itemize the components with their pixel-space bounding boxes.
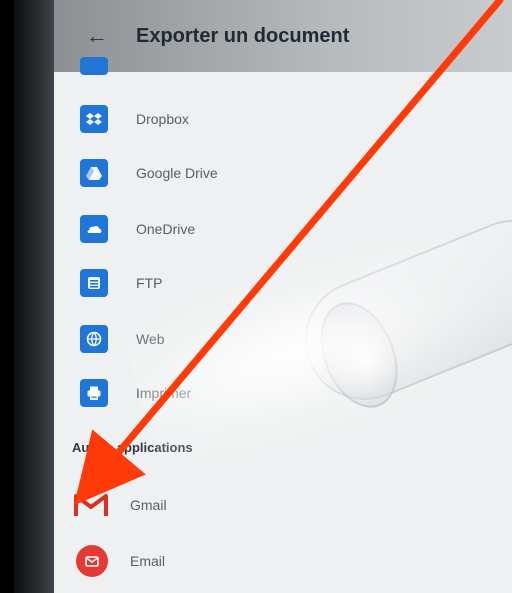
export-destinations-list: Dropbox Google Drive OneDrive FTP Web Im… <box>54 57 512 593</box>
page-title: Exporter un document <box>136 24 350 47</box>
printer-icon <box>80 379 108 407</box>
partial-top-icon <box>80 57 108 75</box>
list-item-ftp[interactable]: FTP <box>54 256 512 310</box>
ftp-icon <box>80 269 108 297</box>
arrow-left-icon: ← <box>86 23 108 48</box>
google-drive-icon <box>80 159 108 187</box>
globe-icon <box>80 325 108 353</box>
list-item-email[interactable]: Email <box>54 534 512 588</box>
list-item-onedrive[interactable]: OneDrive <box>54 202 512 256</box>
email-icon <box>76 545 108 577</box>
list-item-print[interactable]: Imprimer <box>54 366 512 420</box>
section-header-other-apps: Autres applications <box>72 440 193 455</box>
dropbox-icon <box>80 105 108 133</box>
device-bezel <box>14 0 54 593</box>
list-item-dropbox[interactable]: Dropbox <box>54 92 512 146</box>
tablet-screen: ← Exporter un document Dropbox Google Dr… <box>14 0 512 593</box>
onedrive-icon <box>80 215 108 243</box>
gmail-icon <box>74 491 108 519</box>
list-item-google-drive[interactable]: Google Drive <box>54 146 512 200</box>
list-item[interactable] <box>54 54 512 78</box>
list-item-gmail[interactable]: Gmail <box>54 478 512 532</box>
list-item-web[interactable]: Web <box>54 312 512 366</box>
